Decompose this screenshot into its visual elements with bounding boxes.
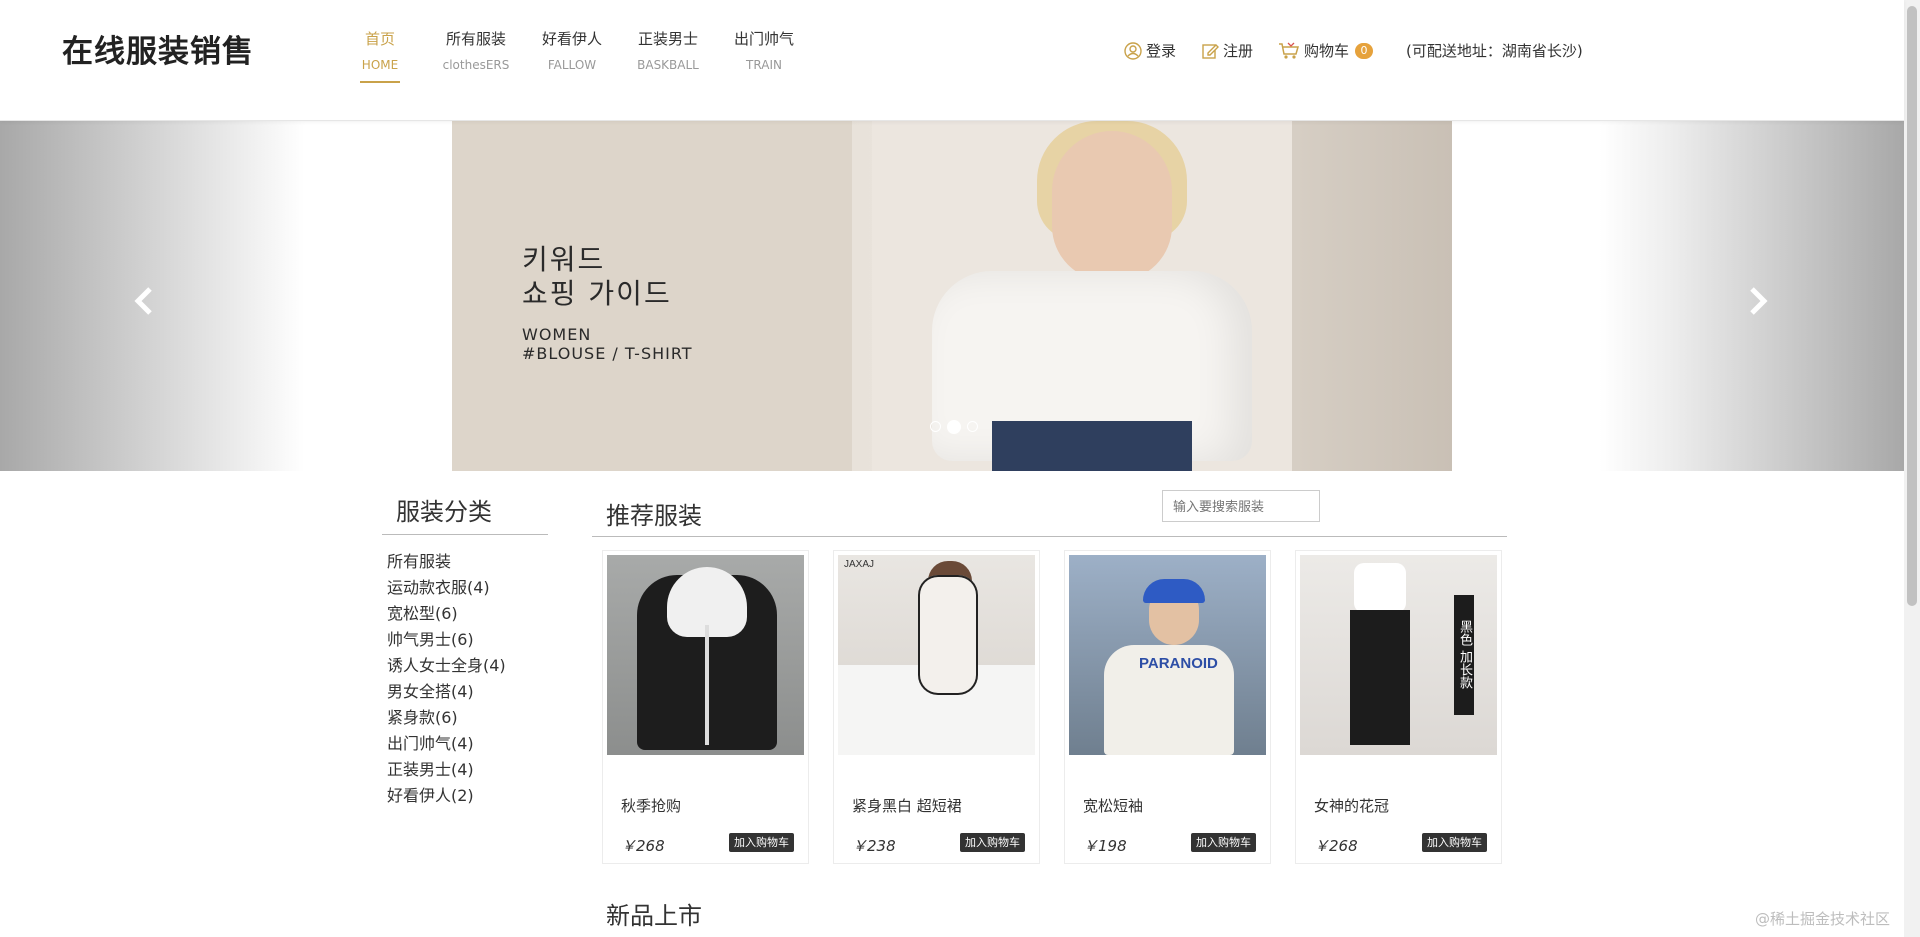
nav-all-clothes-sublabel: clothesERS [442, 58, 510, 72]
category-item[interactable]: 男女全搭(4) [382, 679, 548, 705]
product-price: ￥268 [621, 837, 665, 855]
cap-shape [1143, 579, 1205, 603]
add-to-cart-button[interactable]: 加入购物车 [1191, 833, 1256, 852]
cart-link[interactable]: 购物车 0 [1278, 40, 1374, 61]
category-title: 服装分类 [382, 490, 548, 535]
carousel-indicators [930, 420, 984, 434]
nav-formal-men-sublabel: BASKBALL [637, 58, 699, 72]
edit-icon [1202, 43, 1220, 59]
carousel-dot-3[interactable] [967, 421, 978, 432]
product-card[interactable]: 秋季抢购 ￥268 加入购物车 [602, 550, 809, 864]
product-name[interactable]: 紧身黑白 超短裙 [852, 795, 962, 816]
product-image-tshirt[interactable]: PARANOID [1069, 555, 1266, 755]
product-price: ￥198 [1083, 837, 1127, 855]
recommend-title: 推荐服装 [606, 502, 702, 530]
nav-formal-men-label: 正装男士 [637, 30, 698, 48]
shopping-cart-icon [1279, 42, 1300, 59]
top-shape [1354, 563, 1406, 613]
nav-going-out[interactable]: 出门帅气 TRAIN [716, 28, 812, 83]
banner-slide[interactable]: 키워드 쇼핑 가이드 WOMEN #BLOUSE / T-SHIRT [452, 121, 1452, 471]
category-item[interactable]: 所有服装 [382, 549, 548, 575]
carousel-dot-2[interactable] [947, 420, 961, 434]
banner-korean-line-1: 키워드 [522, 243, 606, 276]
product-price: ￥238 [852, 837, 896, 855]
category-sidebar: 服装分类 所有服装 运动款衣服(4) 宽松型(6) 帅气男士(6) 诱人女士全身… [382, 490, 548, 809]
new-arrivals-title: 新品上市 [606, 902, 702, 930]
site-logo[interactable]: 在线服装销售 [62, 26, 254, 71]
model-jeans [992, 421, 1192, 471]
page-scrollbar[interactable] [1904, 0, 1920, 937]
product-name[interactable]: 秋季抢购 [621, 795, 681, 816]
nav-going-out-label: 出门帅气 [733, 30, 794, 48]
category-item[interactable]: 运动款衣服(4) [382, 575, 548, 601]
main-nav: 首页 HOME 所有服装 clothesERS 好看伊人 FALLOW 正装男士… [332, 28, 812, 83]
product-grid: 秋季抢购 ￥268 加入购物车 JAXAJ 紧身黑白 超短裙 ￥238 加入购物… [602, 550, 1526, 864]
cart-label: 购物车 [1304, 42, 1350, 60]
nav-beauty-label: 好看伊人 [541, 30, 602, 48]
nav-active-underline [360, 81, 400, 83]
delivery-address: (可配送地址：湖南省长沙) [1406, 42, 1583, 60]
category-item[interactable]: 出门帅气(4) [382, 731, 548, 757]
product-image-pants[interactable]: 黑色 加长款 [1300, 555, 1497, 755]
register-link[interactable]: 注册 [1201, 40, 1253, 61]
nav-formal-men[interactable]: 正装男士 BASKBALL [620, 28, 716, 83]
user-area: 登录 注册 购物车 0 (可配送地址：湖南省长沙) [1124, 40, 1583, 61]
nav-all-clothes[interactable]: 所有服装 clothesERS [428, 28, 524, 83]
nav-all-clothes-label: 所有服装 [445, 30, 506, 48]
product-card[interactable]: 黑色 加长款 女神的花冠 ￥268 加入购物车 [1295, 550, 1502, 864]
zipper-shape [705, 625, 709, 745]
add-to-cart-button[interactable]: 加入购物车 [1422, 833, 1487, 852]
category-item[interactable]: 正装男士(4) [382, 757, 548, 783]
banner-text: 키워드 쇼핑 가이드 WOMEN #BLOUSE / T-SHIRT [522, 243, 693, 363]
nav-going-out-sublabel: TRAIN [746, 58, 782, 72]
site-header: 在线服装销售 首页 HOME 所有服装 clothesERS 好看伊人 FALL… [0, 0, 1904, 121]
nav-home[interactable]: 首页 HOME [332, 28, 428, 83]
nav-home-label: 首页 [364, 30, 395, 48]
login-label: 登录 [1146, 42, 1177, 60]
login-link[interactable]: 登录 [1124, 40, 1176, 61]
category-item[interactable]: 紧身款(6) [382, 705, 548, 731]
watermark-text: @稀土掘金技术社区 [1755, 910, 1891, 928]
category-item[interactable]: 帅气男士(6) [382, 627, 548, 653]
carousel-prev-arrow-icon[interactable] [130, 281, 160, 321]
register-label: 注册 [1223, 42, 1254, 60]
category-item[interactable]: 宽松型(6) [382, 601, 548, 627]
category-item[interactable]: 诱人女士全身(4) [382, 653, 548, 679]
category-item[interactable]: 好看伊人(2) [382, 783, 548, 809]
product-name[interactable]: 女神的花冠 [1314, 795, 1389, 816]
pants-shape [1350, 610, 1410, 745]
nav-beauty-sublabel: FALLOW [547, 58, 597, 72]
nav-home-sublabel: HOME [361, 58, 399, 72]
search-input[interactable] [1162, 490, 1320, 522]
user-icon [1124, 41, 1142, 60]
product-tag-text: 黑色 加长款 [1454, 595, 1474, 715]
product-name[interactable]: 宽松短袖 [1083, 795, 1143, 816]
model-face [1052, 131, 1172, 281]
carousel-dot-1[interactable] [930, 421, 941, 432]
banner-carousel: 키워드 쇼핑 가이드 WOMEN #BLOUSE / T-SHIRT [0, 121, 1904, 471]
product-card[interactable]: PARANOID 宽松短袖 ￥198 加入购物车 [1064, 550, 1271, 864]
product-card[interactable]: JAXAJ 紧身黑白 超短裙 ￥238 加入购物车 [833, 550, 1040, 864]
banner-english-line-2: #BLOUSE / T-SHIRT [522, 344, 693, 363]
banner-korean-line-2: 쇼핑 가이드 [522, 277, 672, 310]
product-brand-text: JAXAJ [844, 559, 875, 570]
cart-count-badge: 0 [1355, 42, 1374, 59]
recommend-header: 推荐服装 [592, 490, 1507, 537]
model-shape [918, 575, 978, 695]
banner-english-line-1: WOMEN [522, 325, 592, 344]
product-image-jacket[interactable] [607, 555, 804, 755]
tshirt-print-text: PARANOID [1139, 655, 1218, 672]
add-to-cart-button[interactable]: 加入购物车 [729, 833, 794, 852]
product-image-skirt[interactable]: JAXAJ [838, 555, 1035, 755]
product-price: ￥268 [1314, 837, 1358, 855]
nav-beauty[interactable]: 好看伊人 FALLOW [524, 28, 620, 83]
main-content: 推荐服装 秋季抢购 ￥268 加入购物车 JAXAJ 紧身黑白 超短裙 ￥238… [592, 490, 1507, 930]
carousel-next-arrow-icon[interactable] [1742, 281, 1772, 321]
add-to-cart-button[interactable]: 加入购物车 [960, 833, 1025, 852]
scrollbar-thumb[interactable] [1907, 6, 1917, 606]
